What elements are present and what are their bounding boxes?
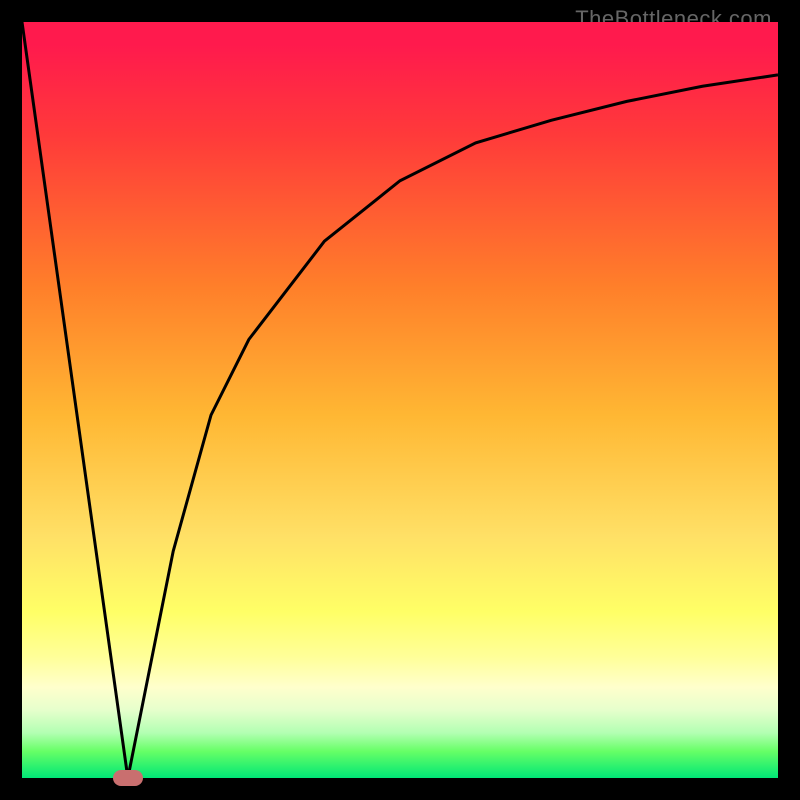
- right-curve-path: [128, 75, 778, 778]
- left-line-path: [22, 22, 128, 778]
- chart-lines: [22, 22, 778, 778]
- bottleneck-marker: [113, 770, 143, 785]
- chart-frame: TheBottleneck.com: [0, 0, 800, 800]
- plot-area: [22, 22, 778, 778]
